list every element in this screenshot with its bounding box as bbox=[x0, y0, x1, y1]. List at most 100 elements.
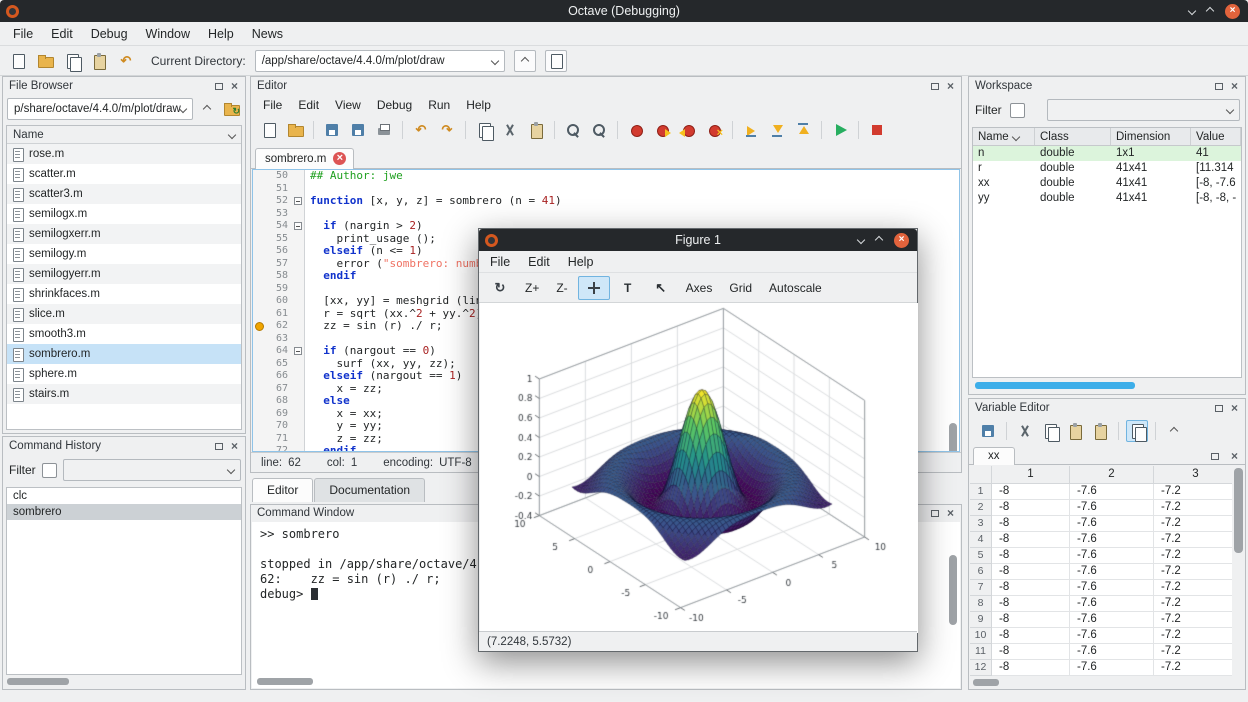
variable-cell[interactable]: -7.2 bbox=[1154, 580, 1232, 596]
new-script-button[interactable] bbox=[6, 49, 30, 73]
fold-marker-icon[interactable] bbox=[294, 197, 302, 205]
close-icon[interactable]: × bbox=[894, 233, 909, 248]
history-item[interactable]: clc bbox=[7, 488, 241, 504]
close-panel-icon[interactable]: × bbox=[228, 81, 241, 91]
variable-cell[interactable]: -8 bbox=[992, 548, 1070, 564]
workspace-column-header[interactable]: Class bbox=[1035, 128, 1111, 145]
dock-icon[interactable] bbox=[1211, 453, 1219, 460]
workspace-row[interactable]: xxdouble41x41[-8, -7.6 bbox=[973, 176, 1241, 191]
file-row[interactable]: semilogyerr.m bbox=[7, 264, 241, 284]
continue-button[interactable] bbox=[828, 118, 852, 142]
file-row[interactable]: slice.m bbox=[7, 304, 241, 324]
variable-cell[interactable]: -7.6 bbox=[1070, 644, 1154, 660]
workspace-horizontal-scrollbar[interactable] bbox=[975, 382, 1135, 389]
rotate-tool[interactable] bbox=[485, 276, 515, 300]
minimize-icon[interactable] bbox=[1188, 7, 1196, 15]
open-file-button[interactable] bbox=[283, 118, 307, 142]
file-row[interactable]: rose.m bbox=[7, 144, 241, 164]
editor-menu-file[interactable]: File bbox=[255, 96, 290, 114]
filter-checkbox[interactable] bbox=[42, 463, 57, 478]
variable-cell[interactable]: -8 bbox=[992, 612, 1070, 628]
maximize-icon[interactable] bbox=[875, 236, 883, 244]
variable-cell[interactable]: -7.2 bbox=[1154, 660, 1232, 676]
workspace-column-header[interactable]: Name bbox=[973, 128, 1035, 145]
row-header[interactable]: 6 bbox=[970, 564, 992, 580]
row-header[interactable]: 9 bbox=[970, 612, 992, 628]
folder-up-button[interactable] bbox=[197, 99, 217, 119]
variable-cell[interactable]: -8 bbox=[992, 564, 1070, 580]
variable-cell[interactable]: -7.6 bbox=[1070, 596, 1154, 612]
file-row[interactable]: smooth3.m bbox=[7, 324, 241, 344]
save-button[interactable] bbox=[977, 420, 999, 442]
toggle-breakpoint-button[interactable] bbox=[624, 118, 648, 142]
workspace-row[interactable]: rdouble41x41[11.314 bbox=[973, 161, 1241, 176]
close-panel-icon[interactable]: × bbox=[944, 81, 957, 91]
step-in-button[interactable] bbox=[765, 118, 789, 142]
undock-icon[interactable] bbox=[931, 83, 939, 90]
row-header[interactable]: 5 bbox=[970, 548, 992, 564]
variable-cell[interactable]: -8 bbox=[992, 516, 1070, 532]
file-row[interactable]: sombrero.m bbox=[7, 344, 241, 364]
variable-cell[interactable]: -7.2 bbox=[1154, 644, 1232, 660]
variable-cell[interactable]: -8 bbox=[992, 580, 1070, 596]
row-header[interactable]: 1 bbox=[970, 484, 992, 500]
copy-button[interactable] bbox=[60, 49, 84, 73]
code-line[interactable]: 50## Author: jwe bbox=[253, 170, 959, 183]
directory-up-button[interactable] bbox=[514, 50, 536, 72]
file-row[interactable]: semilogx.m bbox=[7, 204, 241, 224]
editor-menu-run[interactable]: Run bbox=[420, 96, 458, 114]
menu-help[interactable]: Help bbox=[199, 24, 243, 44]
up-button[interactable] bbox=[1163, 420, 1185, 442]
cut-button[interactable] bbox=[498, 118, 522, 142]
editor-menu-help[interactable]: Help bbox=[458, 96, 499, 114]
paste-button[interactable] bbox=[1089, 420, 1111, 442]
plot-button[interactable] bbox=[1126, 420, 1148, 442]
pan-tool[interactable] bbox=[578, 276, 610, 300]
minimize-icon[interactable] bbox=[857, 236, 865, 244]
grid-button[interactable]: Grid bbox=[722, 276, 759, 300]
row-header[interactable]: 8 bbox=[970, 596, 992, 612]
variable-cell[interactable]: -7.6 bbox=[1070, 612, 1154, 628]
undock-icon[interactable] bbox=[1215, 83, 1223, 90]
variable-cell[interactable]: -7.2 bbox=[1154, 564, 1232, 580]
step-out-button[interactable] bbox=[791, 118, 815, 142]
horizontal-scrollbar[interactable] bbox=[257, 678, 313, 685]
autoscale-button[interactable]: Autoscale bbox=[762, 276, 829, 300]
variable-cell[interactable]: -7.2 bbox=[1154, 532, 1232, 548]
variable-cell[interactable]: -7.6 bbox=[1070, 628, 1154, 644]
paste-button[interactable] bbox=[524, 118, 548, 142]
variable-cell[interactable]: -8 bbox=[992, 644, 1070, 660]
close-icon[interactable]: × bbox=[1228, 451, 1241, 461]
column-header[interactable]: 3 bbox=[1154, 466, 1232, 484]
redo-button[interactable] bbox=[435, 118, 459, 142]
variable-cell[interactable]: -7.6 bbox=[1070, 500, 1154, 516]
row-header[interactable]: 7 bbox=[970, 580, 992, 596]
workspace-row[interactable]: ndouble1x141 bbox=[973, 146, 1241, 161]
find-button[interactable] bbox=[561, 118, 585, 142]
editor-tab-sombrero[interactable]: sombrero.m × bbox=[255, 148, 354, 169]
variable-cell[interactable]: -8 bbox=[992, 596, 1070, 612]
variable-cell[interactable]: -7.6 bbox=[1070, 516, 1154, 532]
row-header[interactable]: 2 bbox=[970, 500, 992, 516]
figure-window[interactable]: Figure 1 × FileEditHelp Z+Z-AxesGridAuto… bbox=[478, 228, 918, 652]
workspace-row[interactable]: yydouble41x41[-8, -8, - bbox=[973, 191, 1241, 206]
variable-cell[interactable]: -7.2 bbox=[1154, 516, 1232, 532]
zoom-out-tool[interactable]: Z- bbox=[549, 276, 574, 300]
variable-cell[interactable]: -8 bbox=[992, 628, 1070, 644]
tab-editor[interactable]: Editor bbox=[252, 478, 313, 502]
workspace-column-header[interactable]: Value bbox=[1191, 128, 1241, 145]
variable-cell[interactable]: -8 bbox=[992, 532, 1070, 548]
variable-cell[interactable]: -7.2 bbox=[1154, 548, 1232, 564]
tab-documentation[interactable]: Documentation bbox=[314, 478, 425, 502]
main-titlebar[interactable]: Octave (Debugging) × bbox=[0, 0, 1248, 22]
variable-cell[interactable]: -7.6 bbox=[1070, 548, 1154, 564]
editor-menu-debug[interactable]: Debug bbox=[369, 96, 420, 114]
new-script-button[interactable] bbox=[257, 118, 281, 142]
save-button[interactable] bbox=[320, 118, 344, 142]
figure-canvas[interactable] bbox=[480, 303, 918, 633]
variable-cell[interactable]: -8 bbox=[992, 484, 1070, 500]
close-panel-icon[interactable]: × bbox=[228, 441, 241, 451]
file-row[interactable]: shrinkfaces.m bbox=[7, 284, 241, 304]
row-header[interactable]: 4 bbox=[970, 532, 992, 548]
history-item[interactable]: sombrero bbox=[7, 504, 241, 520]
